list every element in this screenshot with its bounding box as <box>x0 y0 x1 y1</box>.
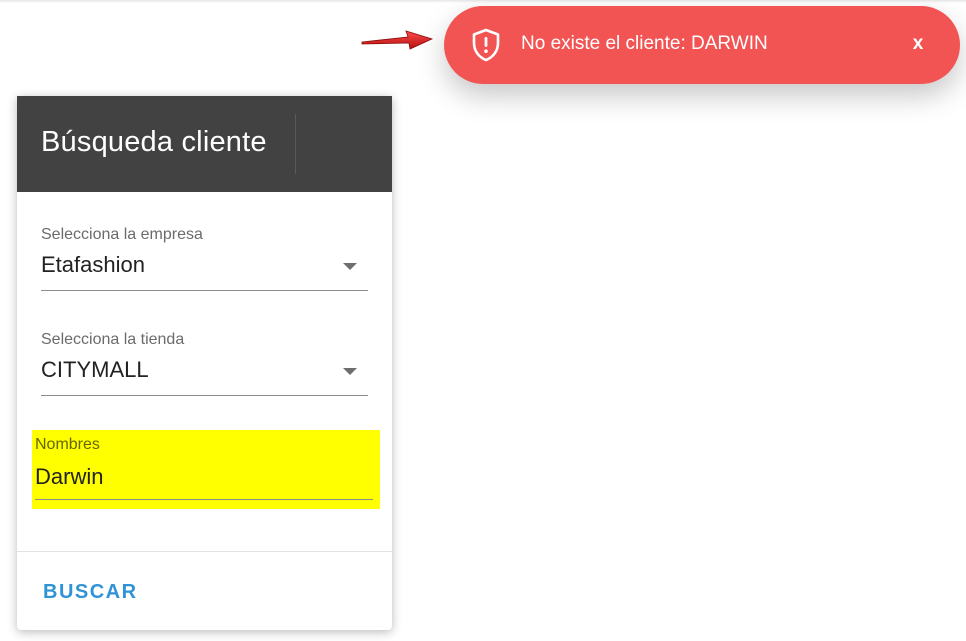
tienda-label: Selecciona la tienda <box>41 331 185 348</box>
search-button[interactable]: BUSCAR <box>33 572 148 612</box>
tienda-value: CITYMALL <box>41 357 149 382</box>
nombres-label: Nombres <box>35 436 100 453</box>
empresa-underline <box>41 290 368 291</box>
header-divider <box>295 114 296 174</box>
empresa-select[interactable]: Selecciona la empresa Etafashion <box>41 226 368 292</box>
search-client-card: Búsqueda cliente Selecciona la empresa E… <box>17 96 392 630</box>
toast-close-button[interactable]: x <box>904 30 932 58</box>
card-title: Búsqueda cliente <box>41 126 267 158</box>
arrow-annotation-icon <box>361 30 434 50</box>
toast-message: No existe el cliente: DARWIN <box>521 33 768 54</box>
page: No existe el cliente: DARWIN x Búsqueda … <box>0 0 966 641</box>
empresa-value: Etafashion <box>41 252 145 277</box>
chevron-down-icon[interactable] <box>343 368 357 375</box>
chevron-down-icon[interactable] <box>343 263 357 270</box>
top-divider <box>0 0 966 3</box>
empresa-label: Selecciona la empresa <box>41 226 203 243</box>
tienda-select[interactable]: Selecciona la tienda CITYMALL <box>41 331 368 397</box>
card-actions-divider <box>17 551 392 552</box>
error-toast: No existe el cliente: DARWIN x <box>444 6 960 84</box>
nombres-input[interactable] <box>35 460 373 494</box>
nombres-underline <box>35 499 373 500</box>
card-header: Búsqueda cliente <box>17 96 392 192</box>
tienda-underline <box>41 395 368 396</box>
nombres-field: Nombres <box>32 430 380 509</box>
shield-alert-icon <box>472 28 500 62</box>
